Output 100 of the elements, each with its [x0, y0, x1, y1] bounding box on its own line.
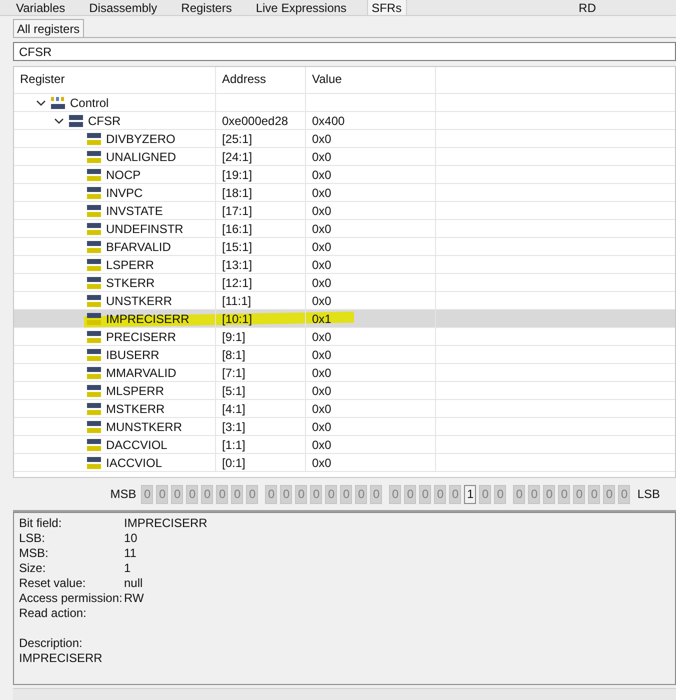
column-header[interactable]: Address — [216, 67, 306, 93]
register-row[interactable]: DACCVIOL [1:1] 0x0 — [14, 436, 675, 454]
detail-value: RW — [124, 591, 144, 606]
bit-toggle[interactable]: 1 — [464, 484, 476, 504]
register-row[interactable]: BFARVALID [15:1] 0x0 — [14, 238, 675, 256]
register-row[interactable]: STKERR [12:1] 0x0 — [14, 274, 675, 292]
view-tab[interactable]: Disassembly — [85, 0, 162, 15]
value-cell-text: 0x0 — [312, 400, 332, 418]
bit-field-icon — [86, 276, 102, 290]
value-cell-text: 0x0 — [312, 436, 332, 454]
address-cell-text: [4:1] — [222, 400, 246, 418]
filter-field[interactable]: CFSR — [13, 42, 676, 61]
msb-label: MSB — [110, 486, 136, 503]
register-row[interactable]: IMPRECISERR [10:1] 0x1 — [14, 310, 675, 328]
value-cell-text: 0x0 — [312, 382, 332, 400]
address-cell-text: [9:1] — [222, 328, 246, 346]
address-cell-text: [8:1] — [222, 346, 246, 364]
value-cell-text: 0x0 — [312, 238, 332, 256]
register-name: MUNSTKERR — [106, 418, 182, 436]
register-name: INVPC — [106, 184, 143, 202]
detail-value: IMPRECISERR — [124, 516, 208, 531]
value-cell-text: 0x0 — [312, 184, 332, 202]
register-row[interactable]: IACCVIOL [0:1] 0x0 — [14, 454, 675, 472]
value-cell-text: 0x0 — [312, 202, 332, 220]
view-tab[interactable]: Live Expressions — [252, 0, 351, 15]
value-cell-text: 0x0 — [312, 292, 332, 310]
value-cell-text: 0x0 — [312, 148, 332, 166]
description-label: Description: — [19, 636, 82, 651]
value-cell-text: 0x0 — [312, 454, 332, 472]
bit-field-icon — [86, 348, 102, 362]
view-tab[interactable]: Registers — [177, 0, 236, 15]
address-cell-text: [7:1] — [222, 364, 246, 382]
register-icon — [68, 114, 84, 128]
register-row[interactable]: MSTKERR [4:1] 0x0 — [14, 400, 675, 418]
register-row[interactable]: INVPC [18:1] 0x0 — [14, 184, 675, 202]
bit-field-icon — [86, 420, 102, 434]
bit-field-icon — [86, 132, 102, 146]
register-row[interactable]: MUNSTKERR [3:1] 0x0 — [14, 418, 675, 436]
register-name: NOCP — [106, 166, 141, 184]
register-row[interactable]: UNALIGNED [24:1] 0x0 — [14, 148, 675, 166]
value-cell-text: 0x0 — [312, 130, 332, 148]
register-name: DACCVIOL — [106, 436, 168, 454]
bit-field-icon — [86, 294, 102, 308]
registers-tab[interactable]: All registers — [13, 19, 84, 37]
view-tab[interactable]: Variables — [12, 0, 70, 15]
format-label[interactable]: RD — [578, 1, 596, 15]
register-row[interactable]: MMARVALID [7:1] 0x0 — [14, 364, 675, 382]
description-text: IMPRECISERR — [19, 651, 102, 666]
register-row[interactable]: CFSR 0xe000ed28 0x400 — [14, 112, 675, 130]
register-row[interactable]: PRECISERR [9:1] 0x0 — [14, 328, 675, 346]
detail-label: Reset value: — [19, 576, 87, 591]
address-cell-text: [17:1] — [222, 202, 252, 220]
address-cell-text: [16:1] — [222, 220, 252, 238]
detail-label: LSB: — [19, 531, 46, 546]
register-name: UNALIGNED — [106, 148, 176, 166]
bit-field-icon — [86, 438, 102, 452]
register-name: UNDEFINSTR — [106, 220, 184, 238]
bit-field-icon — [86, 402, 102, 416]
bit-field-icon — [86, 330, 102, 344]
value-cell-text: 0x0 — [312, 364, 332, 382]
detail-value: null — [124, 576, 143, 591]
bit-field-icon — [86, 240, 102, 254]
register-name: BFARVALID — [106, 238, 171, 256]
register-row[interactable]: INVSTATE [17:1] 0x0 — [14, 202, 675, 220]
detail-value: 11 — [124, 546, 136, 561]
bit-field-icon — [86, 312, 102, 326]
register-row[interactable]: UNDEFINSTR [16:1] 0x0 — [14, 220, 675, 238]
value-cell-text: 0x0 — [312, 274, 332, 292]
register-name: STKERR — [106, 274, 155, 292]
column-header[interactable]: Value — [306, 67, 436, 93]
address-cell-text: [11:1] — [222, 292, 252, 310]
register-name: UNSTKERR — [106, 292, 172, 310]
bit-field-icon — [86, 258, 102, 272]
register-row[interactable]: NOCP [19:1] 0x0 — [14, 166, 675, 184]
register-name: Control — [70, 94, 109, 112]
register-name: INVSTATE — [106, 202, 163, 220]
register-row[interactable]: Control — [14, 94, 675, 112]
detail-label: Bit field: — [19, 516, 63, 531]
register-name: MSTKERR — [106, 400, 165, 418]
value-cell-text: 0x0 — [312, 220, 332, 238]
value-cell-text: 0x0 — [312, 346, 332, 364]
bit-field-icon — [86, 168, 102, 182]
address-cell-text: [13:1] — [222, 256, 252, 274]
register-name: MMARVALID — [106, 364, 176, 382]
address-cell-text: [3:1] — [222, 418, 246, 436]
column-header[interactable]: Register — [14, 67, 216, 93]
detail-value: 1 — [124, 561, 131, 576]
view-tab[interactable]: SFRs — [366, 0, 407, 15]
value-cell-text: 0x400 — [312, 112, 345, 130]
register-row[interactable]: DIVBYZERO [25:1] 0x0 — [14, 130, 675, 148]
address-cell-text: [15:1] — [222, 238, 252, 256]
register-name: IMPRECISERR — [106, 310, 190, 328]
register-row[interactable]: IBUSERR [8:1] 0x0 — [14, 346, 675, 364]
address-cell-text: [0:1] — [222, 454, 246, 472]
register-name: PRECISERR — [106, 328, 176, 346]
register-row[interactable]: LSPERR [13:1] 0x0 — [14, 256, 675, 274]
address-cell-text: [19:1] — [222, 166, 252, 184]
register-row[interactable]: MLSPERR [5:1] 0x0 — [14, 382, 675, 400]
lsb-label: LSB — [637, 486, 660, 503]
address-cell-text: [24:1] — [222, 148, 252, 166]
